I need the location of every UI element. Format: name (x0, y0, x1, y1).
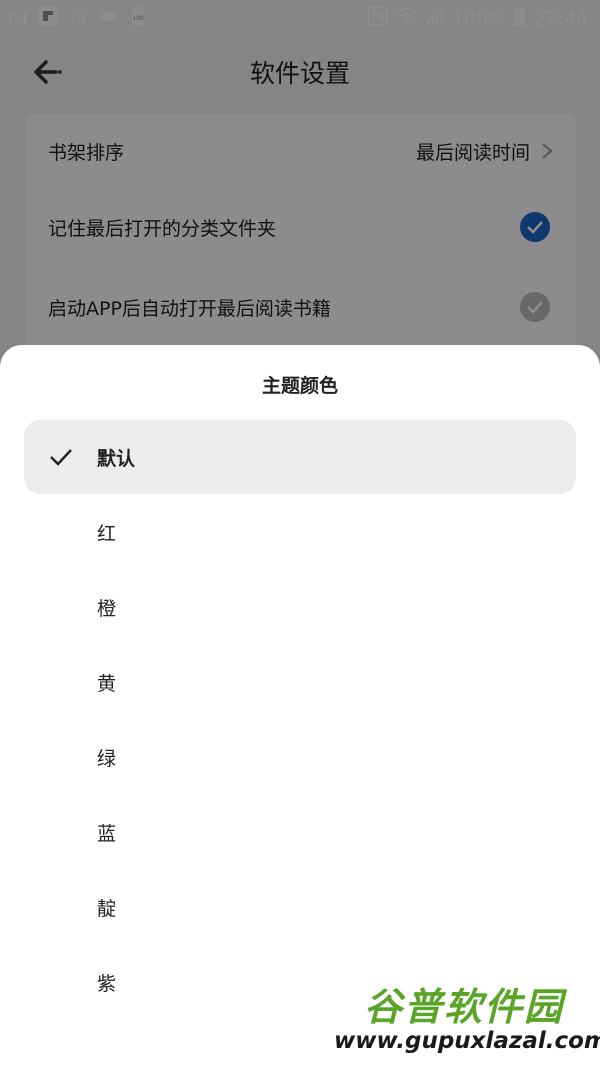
theme-option-blue[interactable]: 蓝 (24, 795, 576, 869)
check-icon (48, 444, 74, 470)
theme-option-label: 蓝 (97, 823, 117, 845)
sheet-title: 主题颜色 (261, 375, 338, 397)
theme-option-red[interactable]: 红 (24, 495, 576, 569)
theme-option-orange[interactable]: 橙 (24, 570, 576, 644)
theme-option-label: 绿 (97, 748, 117, 770)
theme-option-default[interactable]: 默认 (24, 420, 576, 494)
theme-color-bottom-sheet: 主题颜色 默认 红 橙 黄 绿 蓝 靛 紫 (0, 345, 600, 1066)
theme-option-label: 橙 (97, 598, 117, 620)
theme-option-label: 红 (97, 523, 117, 545)
theme-option-label: 紫 (97, 973, 117, 995)
theme-option-green[interactable]: 绿 (24, 720, 576, 794)
watermark-name: 谷普软件园 (363, 985, 564, 1029)
watermark: 谷普软件园 www.gupuxlazal.com (330, 970, 600, 1062)
theme-option-label: 默认 (97, 448, 136, 470)
theme-option-label: 靛 (97, 898, 117, 920)
theme-option-label: 黄 (97, 673, 117, 695)
theme-option-yellow[interactable]: 黄 (24, 645, 576, 719)
theme-option-indigo[interactable]: 靛 (24, 870, 576, 944)
watermark-url: www.gupuxlazal.com (334, 1028, 600, 1054)
